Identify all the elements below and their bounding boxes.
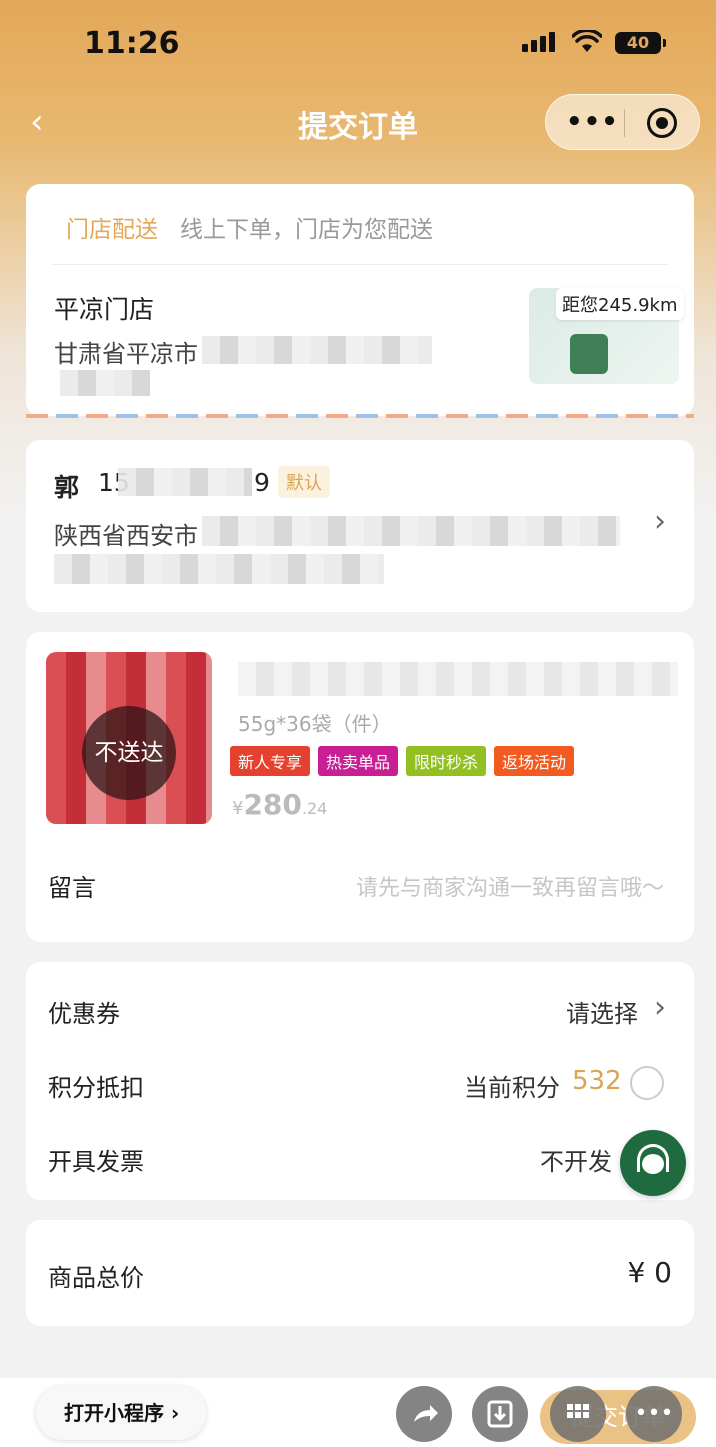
product-tags: 新人专享 热卖单品 限时秒杀 返场活动 bbox=[230, 746, 575, 776]
store-address: 甘肃省平凉市 bbox=[54, 340, 198, 368]
coupon-label: 优惠券 bbox=[48, 1000, 120, 1028]
receiver-address: 陕西省西安市 bbox=[54, 522, 198, 550]
contact-name: 郭 bbox=[54, 473, 80, 502]
total-label: 商品总价 bbox=[48, 1264, 144, 1292]
product-price: ¥280.24 bbox=[232, 788, 327, 821]
delivery-mode-desc: 线上下单，门店为您配送 bbox=[180, 217, 433, 243]
invoice-label: 开具发票 bbox=[48, 1148, 144, 1176]
product-title-blurred bbox=[238, 662, 678, 696]
open-mini-program-label: 打开小程序 bbox=[64, 1401, 164, 1425]
points-prefix: 当前积分 bbox=[464, 1074, 560, 1102]
blurred-text bbox=[202, 336, 432, 364]
not-delivered-badge: 不送达 bbox=[82, 706, 176, 800]
promo-tag: 热卖单品 bbox=[318, 746, 399, 776]
delivery-mode: 门店配送 bbox=[66, 217, 158, 243]
default-badge: 默认 bbox=[278, 466, 330, 498]
blurred-text bbox=[60, 370, 150, 396]
divider bbox=[52, 264, 668, 265]
store-card: 门店配送 线上下单，门店为您配送 平凉门店 甘肃省平凉市 距您245.9km bbox=[26, 184, 694, 416]
share-icon[interactable] bbox=[396, 1386, 452, 1442]
promo-tag: 限时秒杀 bbox=[406, 746, 487, 776]
envelope-divider bbox=[26, 414, 694, 418]
chevron-right-icon: › bbox=[170, 1401, 180, 1425]
invoice-value[interactable]: 不开发 bbox=[540, 1142, 612, 1177]
blurred-text bbox=[202, 516, 620, 546]
price-integer: 280 bbox=[243, 788, 302, 821]
points-radio[interactable] bbox=[630, 1066, 664, 1100]
message-input[interactable]: 请先与商家沟通一致再留言哦～ bbox=[356, 870, 664, 902]
battery-icon: 40 bbox=[615, 32, 666, 54]
message-label: 留言 bbox=[48, 874, 96, 902]
chevron-right-icon: › bbox=[654, 990, 666, 1025]
contact-phone-suffix: 9 bbox=[254, 468, 270, 497]
points-value: 532 bbox=[572, 1066, 622, 1096]
total-card: 商品总价 ¥ 0 bbox=[26, 1220, 694, 1326]
agent-face-shape bbox=[642, 1154, 664, 1174]
promo-tag: 返场活动 bbox=[494, 746, 575, 776]
options-card: 优惠券 请选择 › 积分抵扣 当前积分 532 开具发票 不开发 bbox=[26, 962, 694, 1200]
nav-bar: ‹ 提交订单 ••• bbox=[0, 92, 716, 152]
close-target-icon[interactable] bbox=[647, 108, 677, 138]
price-decimal: .24 bbox=[301, 799, 328, 818]
price-currency: ¥ bbox=[232, 798, 244, 819]
product-image[interactable]: 不送达 bbox=[46, 652, 212, 824]
store-name: 平凉门店 bbox=[54, 295, 155, 324]
more-icon[interactable]: ••• bbox=[566, 109, 619, 135]
customer-service-icon[interactable] bbox=[620, 1130, 686, 1196]
grid-icon[interactable] bbox=[550, 1386, 606, 1442]
goods-card: 不送达 55g*36袋（件） 新人专享 热卖单品 限时秒杀 返场活动 ¥280.… bbox=[26, 632, 694, 942]
signal-icon bbox=[522, 32, 555, 52]
wifi-icon bbox=[572, 30, 602, 52]
open-mini-program-button[interactable]: 打开小程序 › bbox=[36, 1386, 206, 1440]
address-card[interactable]: 郭 15 9 默认 陕西省西安市 › bbox=[26, 440, 694, 612]
chevron-right-icon: › bbox=[654, 504, 666, 539]
store-distance: 距您245.9km bbox=[556, 288, 684, 320]
capsule-divider bbox=[624, 109, 625, 137]
coupon-select[interactable]: 请选择 bbox=[566, 994, 638, 1029]
mini-program-capsule: ••• bbox=[545, 94, 700, 150]
download-icon[interactable] bbox=[472, 1386, 528, 1442]
blurred-text bbox=[118, 468, 252, 496]
status-time: 11:26 bbox=[84, 26, 180, 61]
points-label: 积分抵扣 bbox=[48, 1074, 144, 1102]
more-icon[interactable]: ••• bbox=[626, 1386, 682, 1442]
map-pin-icon bbox=[570, 334, 608, 374]
product-spec: 55g*36袋（件） bbox=[238, 712, 392, 736]
promo-tag: 新人专享 bbox=[230, 746, 311, 776]
total-value: ¥ 0 bbox=[627, 1256, 672, 1289]
blurred-text bbox=[54, 554, 384, 584]
status-bar: 11:26 40 bbox=[0, 0, 716, 92]
